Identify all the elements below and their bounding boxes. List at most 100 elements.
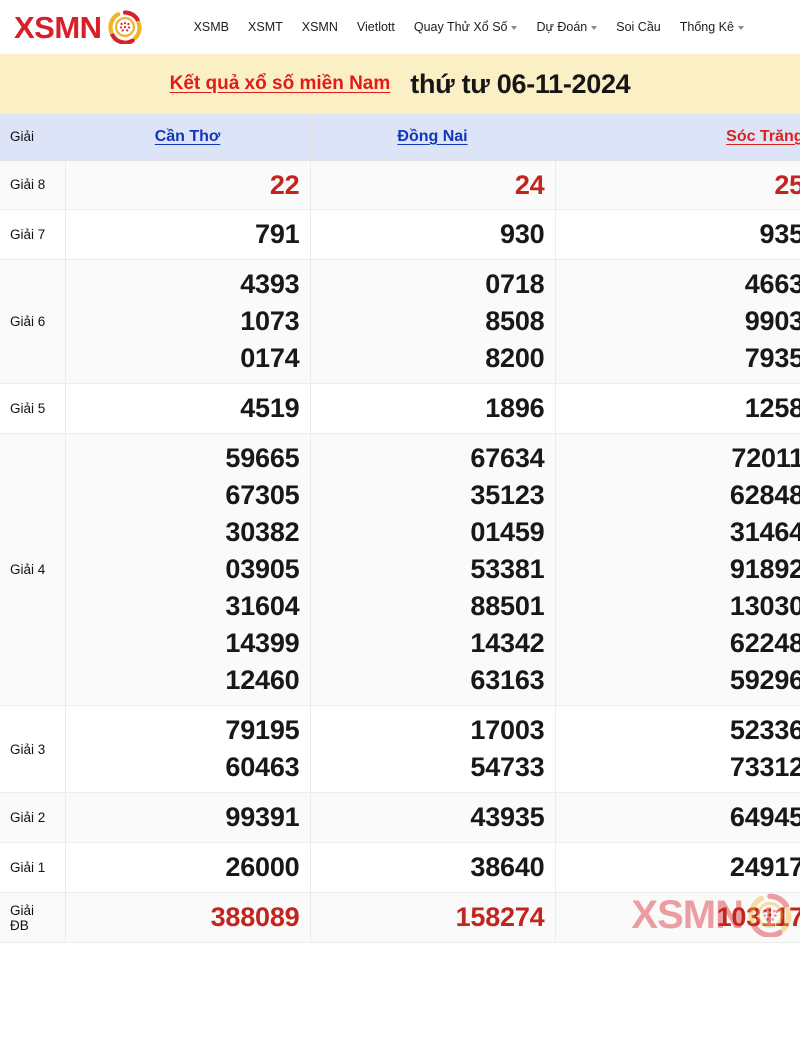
prize-number: 38640 [470, 852, 545, 883]
prize-number: 24917 [729, 852, 800, 883]
prize-number: 388089 [210, 902, 300, 933]
prize-label: Giải 6 [0, 259, 66, 385]
site-logo[interactable]: XSMN [14, 10, 142, 45]
prize-number: 14342 [470, 628, 545, 659]
prize-number: 0718 [485, 269, 545, 300]
prize-number: 30382 [225, 517, 300, 548]
header-province-soc-trang: Sóc Trăng [555, 114, 800, 161]
prize-number: 8200 [485, 343, 545, 374]
prize-number: 52336 [729, 715, 800, 746]
province-link[interactable]: Sóc Trăng [726, 128, 800, 145]
table-row: Giải 6 4393 1073 0174 0718 8508 8200 4663 9903 79… [0, 259, 800, 385]
prize-numbers-cell: 24917 [555, 842, 800, 894]
prize-number: 1258 [744, 393, 800, 424]
prize-number: 791 [255, 219, 300, 250]
table-row: Giải 1 26000 38640 24917 [0, 842, 800, 894]
prize-numbers-cell: 4393 1073 0174 [65, 259, 311, 385]
prize-number: 13030 [729, 591, 800, 622]
prize-numbers-cell: 22 [65, 160, 311, 211]
prize-number: 935 [759, 219, 800, 250]
prize-number: 01459 [470, 517, 545, 548]
nav-label: XSMB [193, 20, 230, 34]
prize-number: 03905 [225, 554, 300, 585]
nav-label: XSMN [301, 20, 338, 34]
nav-item-quay-thu-xo-so[interactable]: Quay Thử Xổ Số [414, 20, 518, 34]
chevron-down-icon [737, 26, 744, 30]
prize-number: 103117 [716, 902, 800, 933]
prize-number: 62248 [729, 628, 800, 659]
prize-number: 22 [269, 169, 300, 200]
nav-item-vietlott[interactable]: Vietlott [357, 20, 395, 34]
table-row: Giải 4 59665 67305 30382 03905 31604 14399 1246… [0, 433, 800, 707]
nav-item-xsmt[interactable]: XSMT [248, 20, 283, 34]
nav-label: Vietlott [356, 20, 395, 34]
prize-numbers-cell: 935 [555, 209, 800, 261]
prize-numbers-cell: 38640 [310, 842, 556, 894]
prize-number: 62848 [729, 480, 800, 511]
nav-item-soi-cau[interactable]: Soi Cầu [616, 20, 660, 34]
prize-number: 67305 [225, 480, 300, 511]
prize-numbers-cell: 4663 9903 7935 [555, 259, 800, 385]
prize-number: 1073 [240, 306, 300, 337]
province-link[interactable]: Cần Thơ [155, 128, 221, 145]
prize-numbers-cell: 26000 [65, 842, 311, 894]
prize-numbers-cell: 103117 [555, 892, 800, 944]
prize-number: 73312 [729, 752, 800, 783]
prize-number: 54733 [470, 752, 545, 783]
nav-label: XSMT [248, 20, 283, 34]
prize-number: 91892 [729, 554, 800, 585]
prize-numbers-cell: 388089 [65, 892, 311, 944]
table-row: Giải 8 22 24 25 [0, 160, 800, 211]
prize-number: 43935 [470, 802, 545, 833]
prize-number: 24 [514, 169, 545, 200]
prize-label: Giải 8 [0, 160, 66, 211]
header-province-dong-nai: Đồng Nai [310, 114, 556, 161]
prize-number: 31464 [729, 517, 800, 548]
nav-label: Quay Thử Xổ Số [413, 20, 508, 34]
results-table-wrapper: Giải Cần Thơ Đồng Nai Sóc Trăng Giải 8 22… [0, 114, 800, 944]
prize-number: 9903 [744, 306, 800, 337]
header-prize: Giải [0, 114, 66, 161]
page-title[interactable]: Kết quả xổ số miền Nam [170, 73, 391, 95]
prize-label: Giải 4 [0, 433, 66, 707]
result-banner: Kết quả xổ số miền Nam thứ tư 06-11-2024 [0, 54, 800, 114]
prize-number: 63163 [470, 665, 545, 696]
chevron-down-icon [511, 26, 518, 30]
prize-numbers-cell: 72011 62848 31464 91892 13030 62248 59296 [555, 433, 800, 707]
table-row: Giải 3 79195 60463 17003 54733 52336 73312 [0, 705, 800, 794]
result-date: thứ tư 06-11-2024 [410, 68, 631, 99]
prize-number: 4663 [744, 269, 800, 300]
prize-label: Giải 7 [0, 209, 66, 261]
prize-numbers-cell: 59665 67305 30382 03905 31604 14399 12460 [65, 433, 311, 707]
prize-numbers-cell: 52336 73312 [555, 705, 800, 794]
prize-label: Giải 1 [0, 842, 66, 894]
prize-number: 64945 [729, 802, 800, 833]
nav-label: Soi Cầu [616, 20, 661, 34]
prize-number: 72011 [731, 443, 800, 474]
prize-numbers-cell: 4519 [65, 383, 311, 435]
prize-number: 60463 [225, 752, 300, 783]
prize-numbers-cell: 43935 [310, 792, 556, 844]
prize-number: 59296 [729, 665, 800, 696]
lottery-ball-icon [107, 10, 142, 45]
prize-number: 31604 [225, 591, 300, 622]
top-navbar: XSMN XSMB XSMT XSMN Vietlott Quay Thử Xổ… [0, 0, 800, 54]
nav-item-xsmn[interactable]: XSMN [302, 20, 338, 34]
nav-item-xsmb[interactable]: XSMB [194, 20, 229, 34]
nav-label: Dự Đoán [536, 20, 588, 34]
prize-number: 4519 [240, 393, 300, 424]
prize-label: Giải 5 [0, 383, 66, 435]
province-link[interactable]: Đồng Nai [397, 128, 467, 145]
nav-item-du-doan[interactable]: Dự Đoán [536, 20, 598, 34]
nav-label: Thống Kê [679, 20, 734, 34]
prize-number: 25 [774, 169, 800, 200]
prize-label: Giải 2 [0, 792, 66, 844]
prize-number: 8508 [485, 306, 545, 337]
prize-number: 12460 [225, 665, 300, 696]
prize-number: 99391 [225, 802, 300, 833]
prize-numbers-cell: 67634 35123 01459 53381 88501 14342 63163 [310, 433, 556, 707]
nav-item-thong-ke[interactable]: Thống Kê [680, 20, 744, 34]
prize-numbers-cell: 1258 [555, 383, 800, 435]
prize-number: 59665 [225, 443, 300, 474]
prize-number: 1896 [485, 393, 545, 424]
